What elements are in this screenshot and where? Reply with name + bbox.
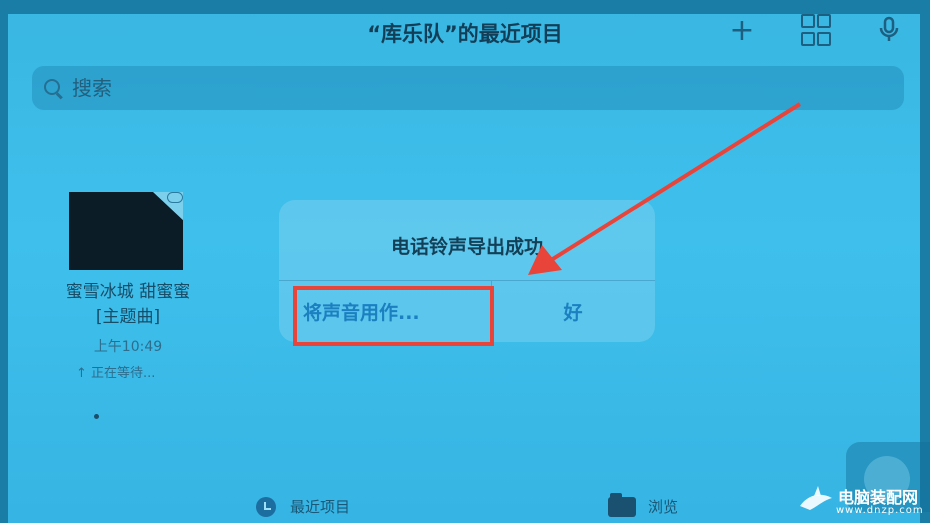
search-icon — [44, 79, 62, 97]
plus-icon: + — [729, 12, 755, 48]
tab-browse-label: 浏览 — [648, 498, 679, 516]
page-dot — [94, 414, 99, 419]
shark-logo-icon — [800, 486, 832, 510]
tab-bar: 最近项目 浏览 — [0, 480, 930, 523]
search-input[interactable] — [70, 75, 374, 101]
annotation-highlight-box — [293, 286, 494, 346]
microphone-icon — [879, 16, 899, 41]
alert-title: 电话铃声导出成功 — [390, 236, 543, 258]
watermark-url: www.dnzp.com — [836, 505, 924, 516]
add-button[interactable]: + — [728, 12, 756, 48]
tab-browse[interactable]: 浏览 — [608, 492, 679, 517]
screen-bezel-top — [0, 0, 930, 14]
grid-view-button[interactable] — [798, 14, 832, 46]
file-name: 蜜雪冰城 甜蜜蜜 [主题曲] — [65, 282, 191, 327]
ok-button[interactable]: 好 — [491, 281, 655, 342]
grid-view-icon — [801, 14, 831, 46]
site-watermark: 电脑装配网 www.dnzp.com — [796, 478, 928, 522]
microphone-button[interactable] — [874, 14, 904, 46]
upload-status: ↑ 正在等待... — [76, 366, 156, 381]
tab-recents-label: 最近项目 — [290, 498, 351, 516]
tab-recents[interactable]: 最近项目 — [256, 496, 350, 517]
file-time: 上午10:49 — [93, 339, 163, 355]
cloud-icon — [167, 192, 183, 203]
folder-icon — [608, 492, 636, 517]
clock-icon — [256, 496, 276, 517]
screen-bezel-left — [0, 0, 8, 523]
search-bar[interactable] — [32, 66, 904, 110]
page-title: “库乐队”的最近项目 — [367, 22, 563, 46]
